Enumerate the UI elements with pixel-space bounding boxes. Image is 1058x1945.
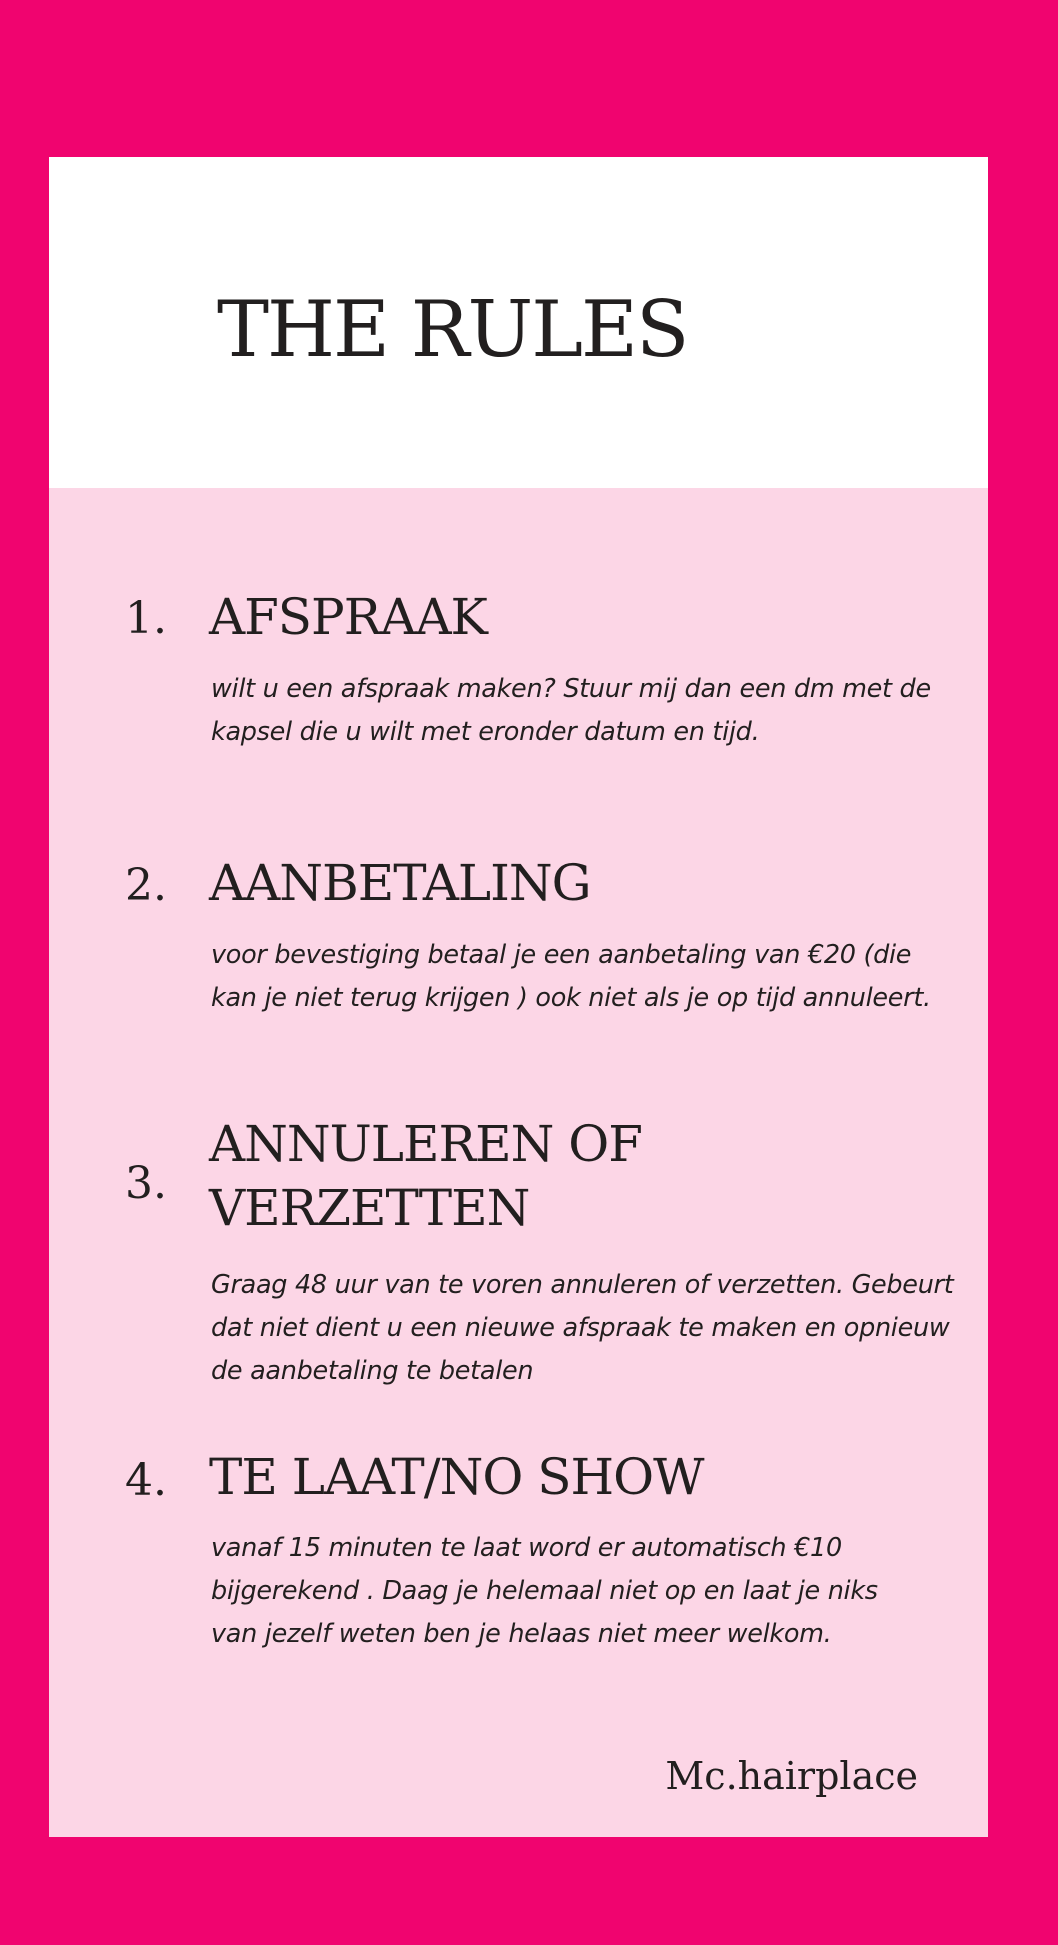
card-header: THE RULES — [49, 157, 988, 488]
rule-heading: AANBETALING — [209, 854, 592, 912]
rule-number: 4. — [125, 1455, 167, 1506]
signature: Mc.hairplace — [665, 1754, 918, 1798]
rule-body: vanaf 15 minuten te laat word er automat… — [211, 1533, 878, 1649]
rules-card: THE RULES 1. AFSPRAAK wilt u een afspraa… — [49, 157, 988, 1837]
rule-heading: TE LAAT/NO SHOW — [209, 1448, 705, 1506]
rule-body: voor bevestiging betaal je een aanbetali… — [211, 940, 931, 1013]
rule-heading: ANNULEREN OF VERZETTEN — [209, 1115, 643, 1237]
rule-number: 2. — [125, 860, 167, 911]
rule-body: Graag 48 uur van te voren annuleren of v… — [211, 1270, 954, 1386]
rule-number: 3. — [125, 1158, 167, 1209]
rule-number: 1. — [125, 593, 167, 644]
rule-heading: AFSPRAAK — [209, 588, 488, 646]
rule-body: wilt u een afspraak maken? Stuur mij dan… — [211, 674, 931, 747]
page-title: THE RULES — [217, 285, 689, 375]
